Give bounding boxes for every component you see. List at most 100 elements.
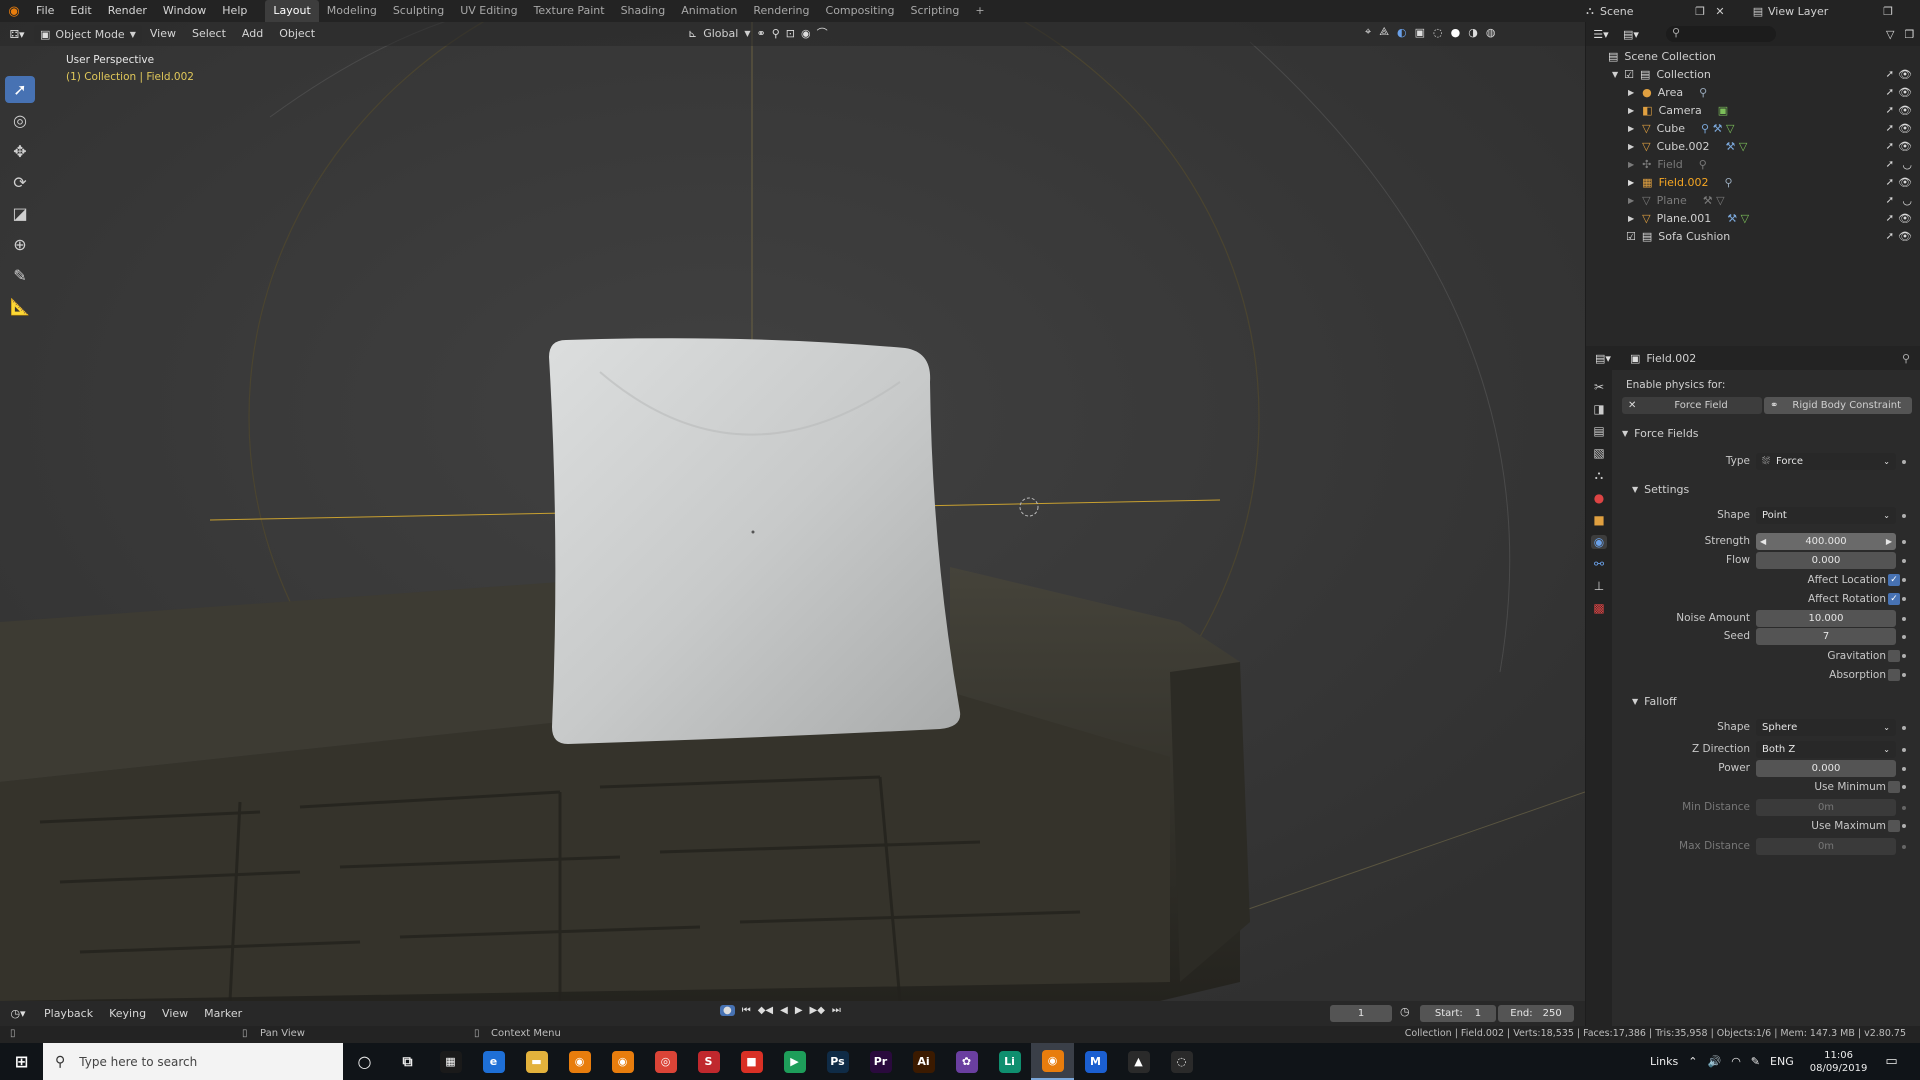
solid-shading-icon[interactable]: ● [1451,26,1461,39]
keyframe-dot[interactable] [1902,726,1906,730]
checkbox-icon[interactable]: ☑ [1624,68,1634,81]
timeline-menu-marker[interactable]: Marker [196,1003,250,1025]
shape-dropdown[interactable]: Point ⌄ [1756,507,1896,524]
taskbar-app-calculator[interactable]: ▦ [429,1043,472,1080]
eye-closed-icon[interactable]: ◡ [1902,158,1912,171]
end-frame-field[interactable]: End: 250 [1498,1005,1574,1022]
clock-icon[interactable]: ◷ [1400,1005,1410,1018]
outliner-item-field[interactable]: ▶ ✣ Field ⚲ ➚ ◡ [1586,155,1920,173]
next-keyframe-icon[interactable]: ▶◆ [810,1005,825,1016]
workspace-tab-uv-editing[interactable]: UV Editing [452,0,525,22]
clock[interactable]: 11:06 08/09/2019 [1810,1049,1868,1075]
menu-help[interactable]: Help [214,0,255,22]
keyframe-dot[interactable] [1902,460,1906,464]
previous-keyframe-icon[interactable]: ◆◀ [758,1005,773,1016]
record-icon[interactable]: ● [720,1005,735,1016]
timeline-menu-playback[interactable]: Playback [36,1003,101,1025]
rendered-shading-icon[interactable]: ◍ [1486,26,1496,39]
rotate-tool[interactable]: ⟳ [5,169,35,196]
task-view-button[interactable]: ⧉ [386,1043,429,1080]
gizmo-icon[interactable]: ⟁ [1379,25,1389,39]
notification-center-icon[interactable]: ▭ [1885,1054,1897,1069]
checkbox-icon[interactable]: ☑ [1626,230,1636,243]
taskbar-app-file-explorer[interactable]: ▬ [515,1043,558,1080]
timeline-menu-keying[interactable]: Keying [101,1003,154,1025]
taskbar-app-blender-active[interactable]: ◉ [1031,1043,1074,1080]
menu-file[interactable]: File [28,0,62,22]
keyframe-dot[interactable] [1902,748,1906,752]
type-dropdown[interactable]: ⛆ Force ⌄ [1756,453,1896,470]
pin-icon[interactable]: ⚲ [1902,352,1910,365]
outliner-scene-collection[interactable]: ▤ Scene Collection [1586,47,1920,65]
editor-type-icon[interactable]: ☰▾ [1586,28,1616,41]
viewport-menu-select[interactable]: Select [184,23,234,45]
play-icon[interactable]: ▶ [795,1005,803,1016]
selectable-icon[interactable]: ➚ [1886,159,1894,170]
eye-icon[interactable]: 👁 [1898,104,1912,117]
eye-icon[interactable]: 👁 [1898,140,1912,153]
selectable-icon[interactable]: ➚ [1886,195,1894,206]
filter-icon[interactable]: ▽ [1886,28,1894,41]
taskbar-app-chrome[interactable]: ◎ [644,1043,687,1080]
display-mode-icon[interactable]: ▤▾ [1616,28,1646,41]
selectable-icon[interactable]: ➚ [1886,231,1894,242]
taskbar-app-photoshop[interactable]: Ps [816,1043,859,1080]
play-reverse-icon[interactable]: ◀ [780,1005,788,1016]
workspace-tab-texture-paint[interactable]: Texture Paint [526,0,613,22]
timeline-menu-view[interactable]: View [154,1003,196,1025]
viewport-menu-view[interactable]: View [142,23,184,45]
selectable-icon[interactable]: ➚ [1886,105,1894,116]
outliner-item-camera[interactable]: ▶ ◧ Camera ▣ ➚ 👁 [1586,101,1920,119]
min-distance-field[interactable]: 0m [1756,799,1896,816]
workspace-tab-modeling[interactable]: Modeling [319,0,385,22]
seed-field[interactable]: 7 [1756,628,1896,645]
taskbar-app-illustrator[interactable]: Ai [902,1043,945,1080]
links-toolbar[interactable]: Links [1650,1055,1678,1068]
selectable-icon[interactable]: ➚ [1886,177,1894,188]
affect-location-checkbox[interactable]: ✓ [1888,574,1900,586]
keyframe-dot[interactable] [1902,597,1906,601]
current-frame-field[interactable]: 1 [1330,1005,1392,1022]
editor-type-icon[interactable]: ▤▾ [1586,352,1620,365]
outliner-item-cube[interactable]: ▶ ▽ Cube ⚲ ⚒ ▽ ➚ 👁 [1586,119,1920,137]
cursor-tool[interactable]: ◎ [5,107,35,134]
volume-icon[interactable]: 🔊 [1707,1055,1721,1068]
selectable-icon[interactable]: ➚ [1886,213,1894,224]
snap-icon[interactable]: ⚲ [772,27,780,40]
close-icon[interactable]: ✕ [1628,400,1636,411]
wireframe-shading-icon[interactable]: ◌ [1433,26,1443,39]
workspace-tab-compositing[interactable]: Compositing [818,0,903,22]
measure-tool[interactable]: 📐 [5,293,35,320]
disclosure-triangle-icon[interactable]: ▼ [1612,70,1618,79]
menu-window[interactable]: Window [155,0,214,22]
taskbar-app-edge[interactable]: e [472,1043,515,1080]
max-distance-field[interactable]: 0m [1756,838,1896,855]
falloff-shape-dropdown[interactable]: Sphere ⌄ [1756,719,1896,736]
menu-edit[interactable]: Edit [62,0,99,22]
cortana-button[interactable]: ○ [343,1043,386,1080]
editor-type-icon[interactable]: ◷▾ [0,1007,36,1020]
jump-start-icon[interactable]: ⏮ [742,1005,751,1016]
pen-icon[interactable]: ✎ [1751,1055,1760,1068]
selectable-icon[interactable]: ➚ [1886,87,1894,98]
viewport-menu-object[interactable]: Object [271,23,323,45]
strength-field[interactable]: ◀ 400.000 ▶ [1756,533,1896,550]
blender-logo-icon[interactable]: ◉ [0,4,28,19]
disclosure-triangle-icon[interactable]: ▶ [1628,178,1634,187]
eye-icon[interactable]: 👁 [1898,230,1912,243]
object-tab-icon[interactable]: ■ [1593,513,1604,527]
falloff-curve-icon[interactable]: ⌒ [817,25,828,41]
taskbar-app-live-app[interactable]: Li [988,1043,1031,1080]
disclosure-triangle-icon[interactable]: ▶ [1628,160,1634,169]
xray-icon[interactable]: ▣ [1415,26,1425,39]
3d-viewport[interactable]: User Perspective (1) Collection | Field.… [0,22,1585,1001]
taskbar-app-app-red2[interactable]: ■ [730,1043,773,1080]
eye-icon[interactable]: 👁 [1898,68,1912,81]
keyframe-dot[interactable] [1902,617,1906,621]
disclosure-triangle-icon[interactable]: ▶ [1628,196,1634,205]
chevron-right-icon[interactable]: ▶ [1886,537,1892,546]
taskbar-search-box[interactable]: ⚲ Type here to search [43,1043,343,1080]
disclosure-triangle-icon[interactable]: ▶ [1628,214,1634,223]
world-tab-icon[interactable]: ● [1594,491,1604,505]
force-fields-panel-header[interactable]: ▼ Force Fields [1622,424,1699,442]
